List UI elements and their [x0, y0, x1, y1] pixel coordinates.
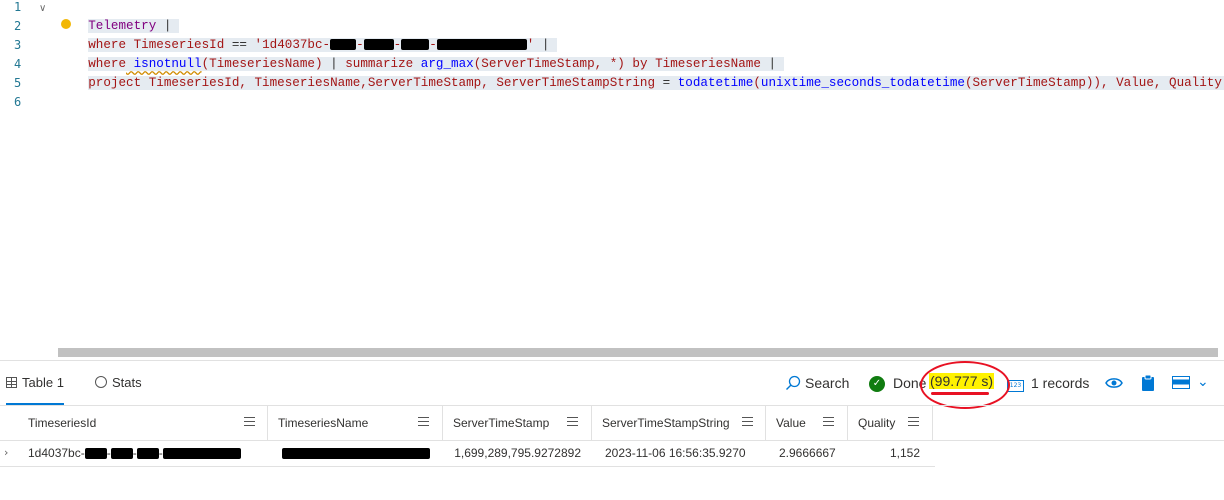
redaction	[84, 448, 107, 460]
column-header-timeseriesid[interactable]: TimeseriesId	[18, 406, 268, 440]
column-list: Value, Quality	[1108, 76, 1222, 90]
column-menu-icon[interactable]	[418, 417, 429, 428]
annotation-circle	[920, 361, 1010, 409]
cell-timeseriesname[interactable]	[282, 440, 432, 466]
search-icon	[786, 375, 801, 390]
column-menu-icon[interactable]	[823, 417, 834, 428]
column-header-value[interactable]: Value	[766, 406, 848, 440]
cell-quality[interactable]: 1,152	[848, 440, 920, 466]
header-row: TimeseriesId TimeseriesName ServerTimeSt…	[0, 405, 1224, 441]
code-line-3: where isnotnull(TimeseriesName) | summar…	[58, 36, 784, 71]
redaction	[282, 448, 430, 460]
column-menu-icon[interactable]	[567, 417, 578, 428]
function-name: todatetime	[670, 76, 754, 90]
line-number: 5	[14, 76, 22, 90]
table-icon	[6, 377, 17, 388]
eye-icon[interactable]	[1105, 376, 1123, 390]
column-list: TimeseriesId, TimeseriesName,ServerTimeS…	[141, 76, 656, 90]
paren: (	[753, 76, 761, 90]
search-button[interactable]: Search	[785, 372, 849, 394]
code-line-4: project TimeseriesId, TimeseriesName,Ser…	[58, 55, 1224, 90]
tab-table-1[interactable]: Table 1	[6, 372, 64, 405]
row-expand-icon[interactable]: ›	[4, 440, 16, 466]
cell-value[interactable]: 2.9666667	[779, 440, 847, 466]
function-args: (ServerTimeStamp)),	[964, 76, 1109, 90]
record-count-label: 1 records	[1031, 375, 1090, 391]
results-toolbar: Table 1 Stats Search ✓ Done 123 1 records…	[0, 360, 1224, 405]
column-header-servertimestampstring[interactable]: ServerTimeStampString	[592, 406, 766, 440]
redaction	[110, 448, 133, 460]
column-header-label: ServerTimeStampString	[602, 416, 730, 430]
column-header-label: Value	[776, 416, 806, 430]
chevron-down-icon[interactable]: ⌄	[1197, 371, 1209, 393]
cell-timeseriesid[interactable]: 1d4037bc- - - -	[28, 440, 264, 466]
column-menu-icon[interactable]	[908, 417, 919, 428]
query-editor[interactable]: 1 2 3 4 5 6 ∨ Telemetry | where Timeseri…	[0, 0, 1224, 348]
column-header-label: TimeseriesName	[278, 416, 369, 430]
function-name: unixtime_seconds_todatetime	[760, 76, 965, 90]
assign-operator: =	[655, 76, 671, 90]
code-line-2: where TimeseriesId == '1d4037bc- - - - ' |	[58, 17, 558, 52]
results-grid: TimeseriesId TimeseriesName ServerTimeSt…	[0, 405, 1224, 500]
column-header-label: TimeseriesId	[28, 416, 97, 430]
tab-label: Table 1	[22, 375, 64, 390]
record-count: 123 1 records	[1007, 372, 1089, 394]
cell-text: 1d4037bc-	[28, 446, 85, 460]
column-header-timeseriesname[interactable]: TimeseriesName	[268, 406, 443, 440]
line-number: 2	[14, 19, 22, 33]
stats-icon	[95, 376, 107, 388]
table-row[interactable]: › 1d4037bc- - - - 1,699,289,795.9272892 202…	[0, 440, 935, 467]
column-header-servertimestamp[interactable]: ServerTimeStamp	[443, 406, 592, 440]
line-number: 4	[14, 57, 22, 71]
column-menu-icon[interactable]	[742, 417, 753, 428]
redaction	[136, 448, 159, 460]
column-header-label: ServerTimeStamp	[453, 416, 550, 430]
column-header-quality[interactable]: Quality	[848, 406, 933, 440]
check-circle-icon: ✓	[869, 376, 885, 392]
project-keyword: project	[88, 76, 142, 90]
tab-label: Stats	[112, 375, 142, 390]
search-label: Search	[805, 375, 850, 391]
layout-icon[interactable]	[1172, 376, 1190, 389]
horizontal-scrollbar[interactable]	[58, 348, 1218, 357]
line-number: 6	[14, 95, 22, 109]
cell-servertimestampstring[interactable]: 2023-11-06 16:56:35.9270	[605, 440, 765, 466]
line-number: 1	[14, 0, 22, 14]
line-number: 3	[14, 38, 22, 52]
column-menu-icon[interactable]	[244, 417, 255, 428]
redaction	[162, 448, 241, 460]
cell-servertimestamp[interactable]: 1,699,289,795.9272892	[443, 440, 581, 466]
clipboard-icon[interactable]	[1141, 374, 1155, 392]
tab-stats[interactable]: Stats	[95, 372, 142, 394]
column-header-label: Quality	[858, 416, 896, 430]
chevron-down-icon[interactable]: ∨	[39, 2, 53, 16]
code-line-1: Telemetry |	[58, 0, 179, 33]
